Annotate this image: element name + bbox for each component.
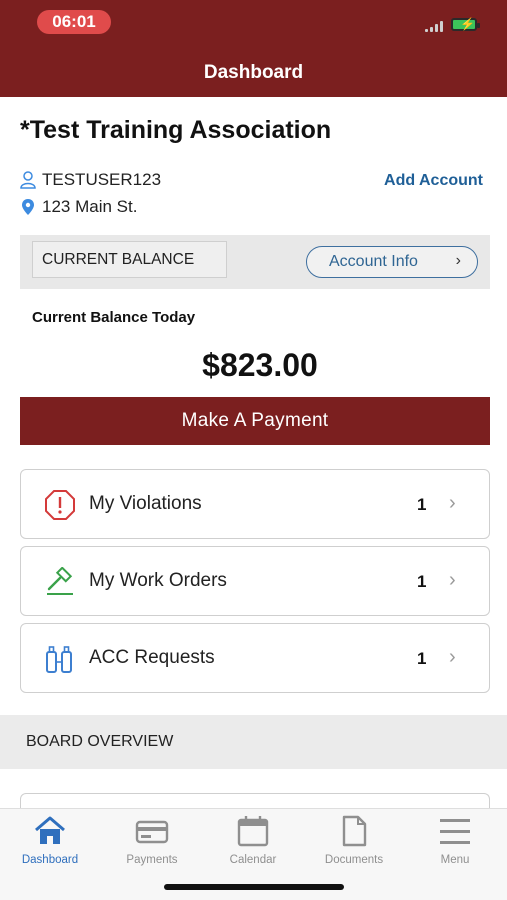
alert-octagon-icon <box>45 490 75 520</box>
chevron-right-icon: › <box>455 252 461 269</box>
violations-card[interactable]: My Violations 1 › <box>20 469 490 539</box>
association-name: *Test Training Association <box>20 116 332 144</box>
card-count: 1 <box>417 572 427 591</box>
chevron-right-icon: › <box>449 492 456 514</box>
tab-label: Menu <box>440 854 470 866</box>
calendar-icon <box>237 816 269 847</box>
status-time: 06:01 <box>37 10 111 34</box>
board-overview-section: BOARD OVERVIEW <box>0 715 507 769</box>
tab-menu[interactable]: Menu <box>405 815 505 866</box>
add-account-link[interactable]: Add Account <box>384 172 483 190</box>
board-overview-title: BOARD OVERVIEW <box>26 733 174 750</box>
card-label: My Violations <box>89 493 202 514</box>
user-icon <box>20 171 36 189</box>
balance-today-label: Current Balance Today <box>32 309 196 326</box>
chevron-right-icon: › <box>449 646 456 668</box>
tab-dashboard[interactable]: Dashboard <box>0 815 100 866</box>
cellular-signal-icon <box>425 20 445 32</box>
tab-label: Dashboard <box>21 854 79 866</box>
app-header: 06:01 ⚡ Dashboard <box>0 0 507 97</box>
tab-label: Calendar <box>229 854 277 866</box>
tab-documents[interactable]: Documents <box>304 815 404 866</box>
battery-icon: ⚡ <box>451 17 480 31</box>
tab-label: Documents <box>324 854 384 866</box>
make-payment-button[interactable]: Make A Payment <box>20 397 490 445</box>
card-label: My Work Orders <box>89 570 227 591</box>
home-indicator[interactable] <box>164 884 344 890</box>
menu-icon <box>440 819 470 844</box>
location-pin-icon <box>22 199 34 215</box>
tab-calendar[interactable]: Calendar <box>203 815 303 866</box>
current-balance-tab[interactable]: CURRENT BALANCE <box>32 241 227 278</box>
hammer-icon <box>47 567 73 595</box>
balance-toolbar: CURRENT BALANCE Account Info › <box>20 235 490 289</box>
username: TESTUSER123 <box>42 170 162 189</box>
work-orders-card[interactable]: My Work Orders 1 › <box>20 546 490 616</box>
tab-payments[interactable]: Payments <box>102 815 202 866</box>
card-count: 1 <box>417 649 427 668</box>
balance-amount: $823.00 <box>202 347 318 383</box>
account-info-button[interactable]: Account Info › <box>306 246 478 278</box>
account-info-label: Account Info <box>329 253 418 270</box>
username-row: TESTUSER123 <box>20 170 161 190</box>
address-row: 123 Main St. <box>20 197 137 217</box>
card-label: ACC Requests <box>89 647 215 668</box>
home-icon <box>35 816 65 844</box>
address: 123 Main St. <box>42 197 138 216</box>
card-count: 1 <box>417 495 427 514</box>
paint-tubes-icon <box>46 646 72 673</box>
document-icon <box>342 815 367 847</box>
tab-label: Payments <box>126 854 178 866</box>
page-title: Dashboard <box>203 62 304 83</box>
chevron-right-icon: › <box>449 569 456 591</box>
acc-requests-card[interactable]: ACC Requests 1 › <box>20 623 490 693</box>
credit-card-icon <box>135 820 169 844</box>
